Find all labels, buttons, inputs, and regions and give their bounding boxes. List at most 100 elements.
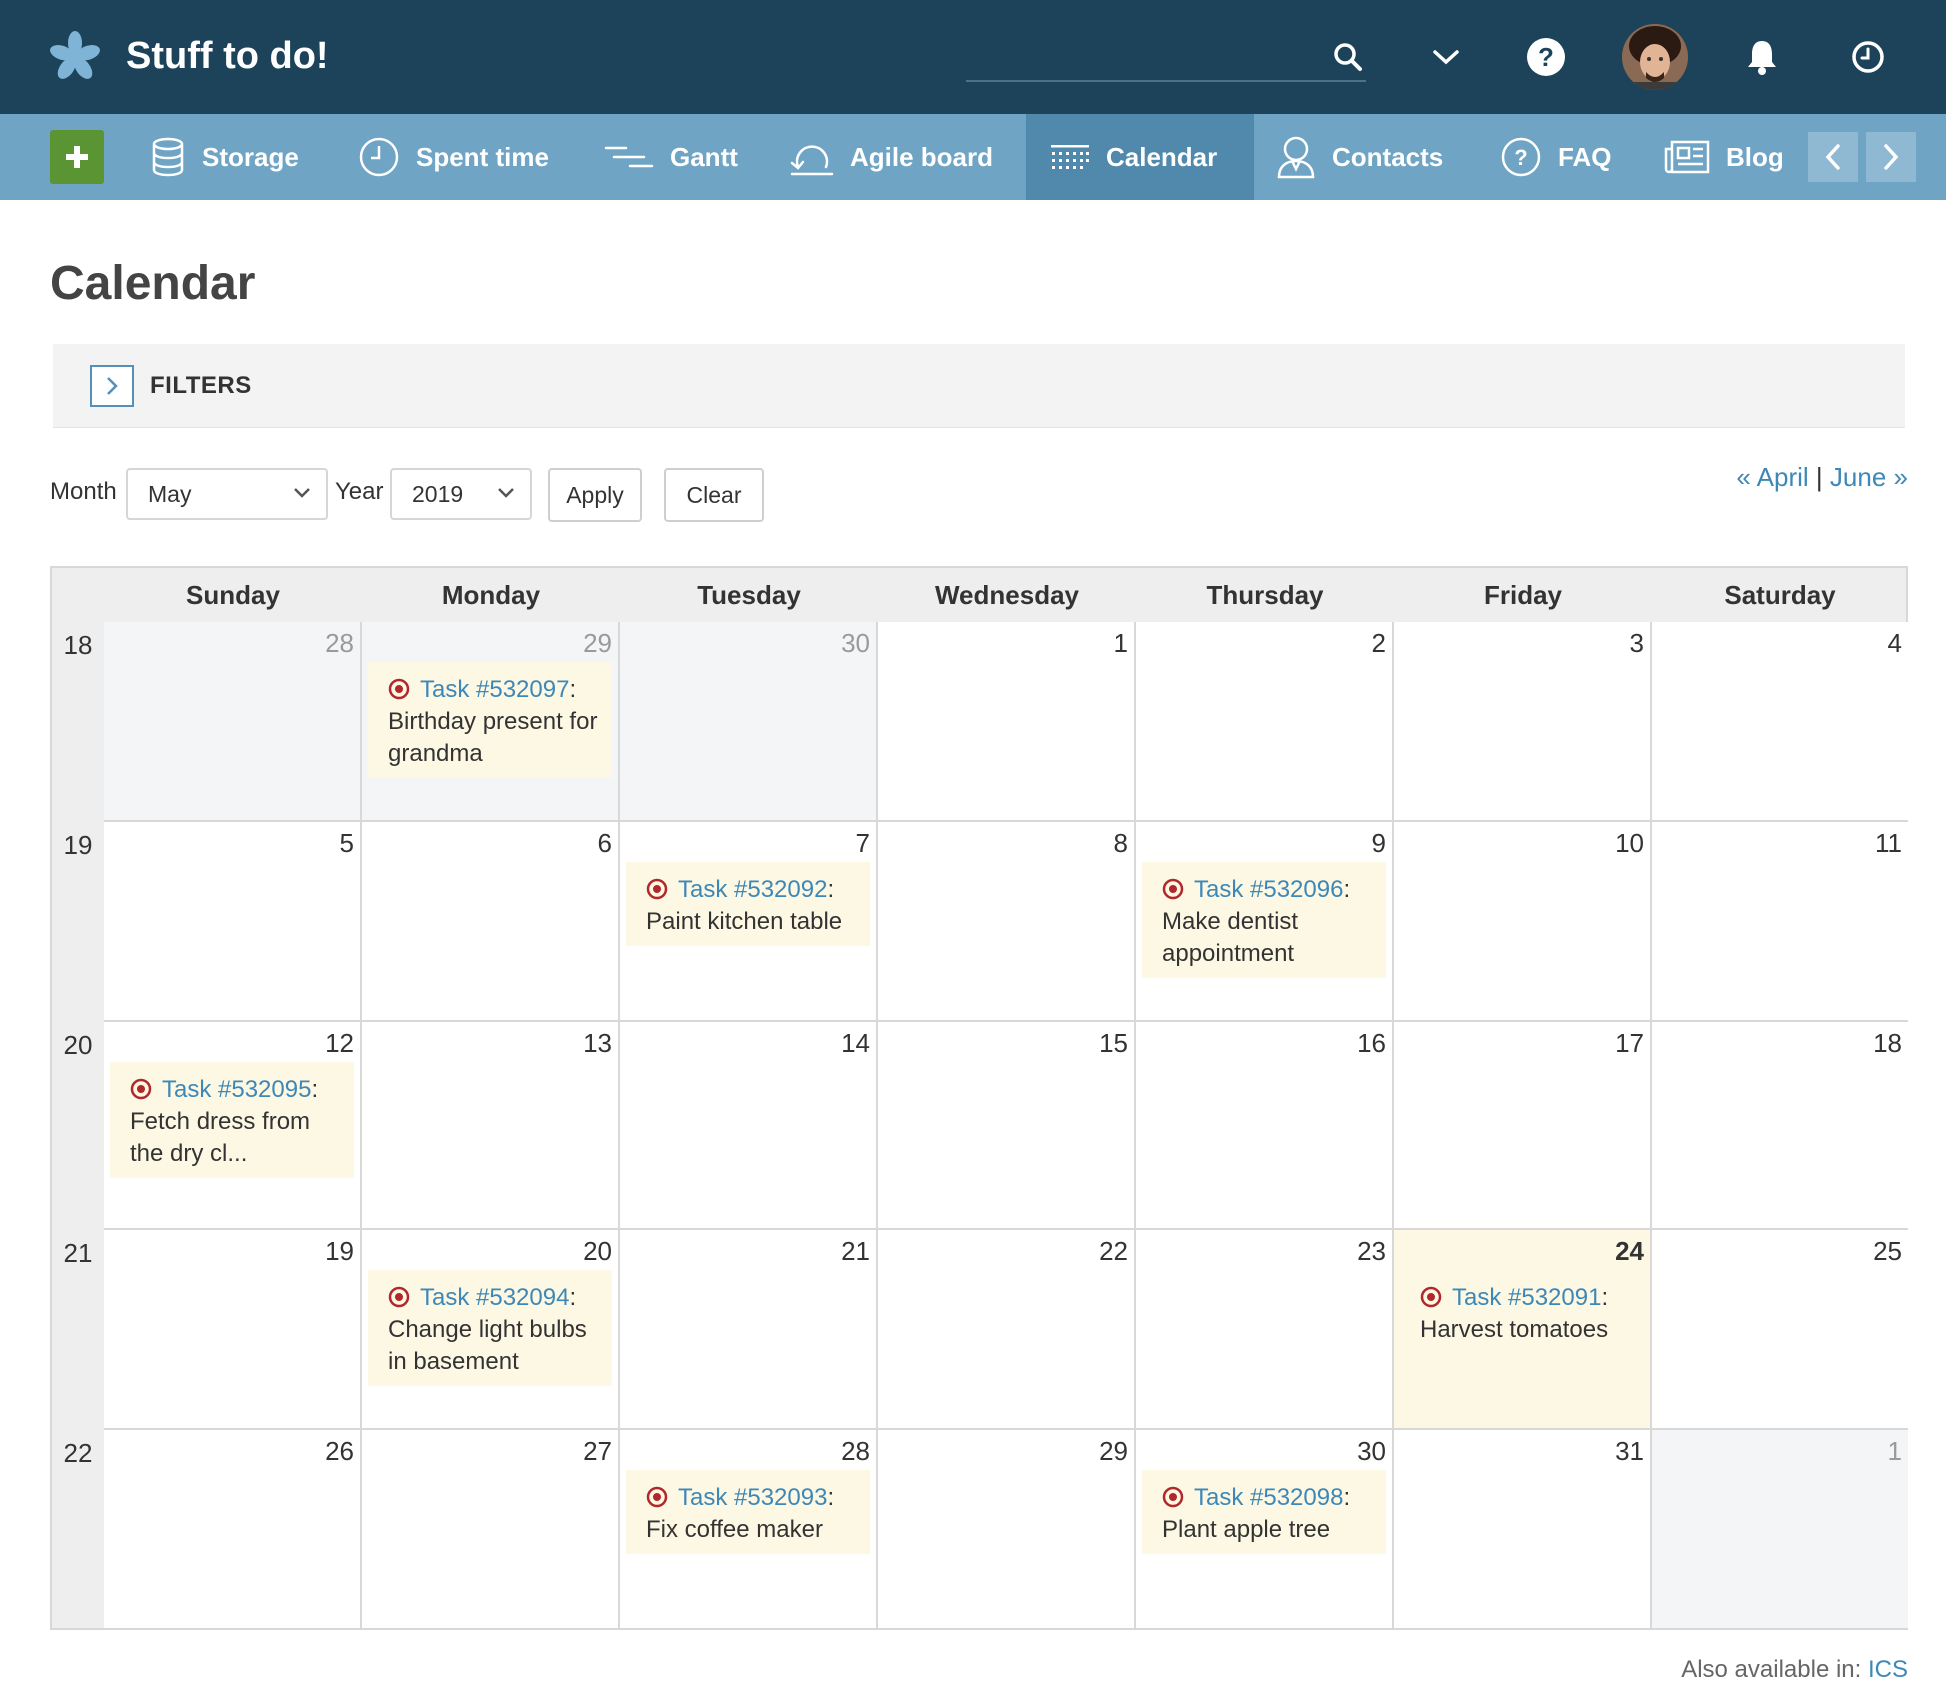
chevron-down-icon bbox=[498, 488, 514, 498]
day-cell[interactable]: 2 bbox=[1136, 622, 1394, 822]
next-month-link[interactable]: June » bbox=[1830, 462, 1908, 492]
nav-blog[interactable]: Blog bbox=[1664, 114, 1782, 200]
day-cell[interactable]: 13 bbox=[362, 1022, 620, 1230]
task-card[interactable]: Task #532094: Change light bulbs in base… bbox=[368, 1270, 612, 1386]
day-number: 18 bbox=[1873, 1028, 1902, 1058]
day-cell[interactable]: 26 bbox=[104, 1430, 362, 1628]
nav-agile-board[interactable]: Agile board bbox=[790, 114, 993, 200]
day-cell[interactable]: 4 bbox=[1652, 622, 1908, 822]
also-available: Also available in: ICS bbox=[1681, 1656, 1908, 1684]
asterisk-logo-icon[interactable] bbox=[48, 30, 102, 84]
task-link[interactable]: Task #532098 bbox=[1194, 1484, 1343, 1511]
day-cell[interactable]: 18 bbox=[1652, 1022, 1908, 1230]
add-button[interactable] bbox=[50, 130, 104, 184]
ics-link[interactable]: ICS bbox=[1868, 1656, 1908, 1683]
avatar[interactable] bbox=[1622, 24, 1688, 90]
day-number: 29 bbox=[1099, 1436, 1128, 1466]
gantt-icon bbox=[604, 146, 654, 168]
filters-toggle-button[interactable] bbox=[90, 365, 134, 407]
day-cell[interactable]: 15 bbox=[878, 1022, 1136, 1230]
nav-spent-time[interactable]: Spent time bbox=[358, 114, 549, 200]
nav-gantt[interactable]: Gantt bbox=[604, 114, 738, 200]
task-link[interactable]: Task #532095 bbox=[162, 1076, 311, 1103]
task-card[interactable]: Task #532098: Plant apple tree bbox=[1142, 1470, 1386, 1554]
day-cell[interactable]: 21 bbox=[620, 1230, 878, 1430]
day-number: 30 bbox=[1357, 1436, 1386, 1466]
today-cell[interactable]: 24 Task #532091: Harvest tomatoes bbox=[1394, 1230, 1652, 1430]
day-cell[interactable]: 16 bbox=[1136, 1022, 1394, 1230]
day-header: Friday bbox=[1483, 579, 1563, 610]
task-title: Paint kitchen table bbox=[646, 908, 843, 935]
task-card[interactable]: Task #532095: Fetch dress from the dry c… bbox=[110, 1062, 354, 1178]
search-icon[interactable] bbox=[1326, 35, 1370, 79]
app-title[interactable]: Stuff to do! bbox=[126, 30, 329, 82]
day-cell[interactable]: 17 bbox=[1394, 1022, 1652, 1230]
task-card[interactable]: Task #532091: Harvest tomatoes bbox=[1400, 1270, 1644, 1354]
nav-scroll-right-button[interactable] bbox=[1866, 132, 1916, 182]
task-link[interactable]: Task #532094 bbox=[420, 1284, 569, 1311]
task-link[interactable]: Task #532091 bbox=[1452, 1284, 1601, 1311]
top-header: Stuff to do! ? bbox=[0, 0, 1946, 114]
day-cell[interactable]: 28 bbox=[104, 622, 362, 822]
day-cell[interactable]: 20 Task #532094: Change light bulbs in b… bbox=[362, 1230, 620, 1430]
task-link[interactable]: Task #532093 bbox=[678, 1484, 827, 1511]
nav-label: Calendar bbox=[1106, 141, 1218, 172]
nav-scroll-left-button[interactable] bbox=[1808, 132, 1858, 182]
day-number: 12 bbox=[325, 1028, 354, 1058]
day-cell[interactable]: 7 Task #532092: Paint kitchen table bbox=[620, 822, 878, 1022]
nav-calendar[interactable]: Calendar bbox=[1026, 114, 1254, 200]
task-card[interactable]: Task #532097: Birthday present for grand… bbox=[368, 662, 612, 778]
day-cell[interactable]: 8 bbox=[878, 822, 1136, 1022]
day-number: 20 bbox=[583, 1236, 612, 1266]
day-cell[interactable]: 28 Task #532093: Fix coffee maker bbox=[620, 1430, 878, 1628]
day-cell[interactable]: 29 Task #532097: Birthday present for gr… bbox=[362, 622, 620, 822]
week-number: 19 bbox=[63, 830, 93, 860]
clock-icon[interactable] bbox=[1846, 35, 1890, 79]
day-cell[interactable]: 12 Task #532095: Fetch dress from the dr… bbox=[104, 1022, 362, 1230]
task-card[interactable]: Task #532093: Fix coffee maker bbox=[626, 1470, 870, 1554]
prev-month-link[interactable]: « April bbox=[1736, 462, 1808, 492]
day-cell[interactable]: 30 Task #532098: Plant apple tree bbox=[1136, 1430, 1394, 1628]
day-cell[interactable]: 3 bbox=[1394, 622, 1652, 822]
nav-storage[interactable]: Storage bbox=[150, 114, 299, 200]
day-cell[interactable]: 9 Task #532096: Make dentist appointment bbox=[1136, 822, 1394, 1022]
filters-label[interactable]: FILTERS bbox=[150, 372, 252, 400]
apply-button[interactable]: Apply bbox=[548, 468, 642, 522]
task-card[interactable]: Task #532096: Make dentist appointment bbox=[1142, 862, 1386, 978]
nav-contacts[interactable]: Contacts bbox=[1276, 114, 1443, 200]
nav-faq[interactable]: ? FAQ bbox=[1500, 114, 1611, 200]
clear-button[interactable]: Clear bbox=[664, 468, 764, 522]
day-cell[interactable]: 30 bbox=[620, 622, 878, 822]
bell-icon[interactable] bbox=[1740, 35, 1784, 79]
day-cell[interactable]: 6 bbox=[362, 822, 620, 1022]
year-select[interactable]: 2019 bbox=[390, 468, 532, 520]
day-cell[interactable]: 1 bbox=[1652, 1430, 1908, 1628]
nav-label: Storage bbox=[202, 141, 299, 172]
task-title: Plant apple tree bbox=[1162, 1516, 1331, 1543]
target-icon bbox=[1420, 1286, 1442, 1308]
day-cell[interactable]: 19 bbox=[104, 1230, 362, 1430]
day-cell[interactable]: 14 bbox=[620, 1022, 878, 1230]
day-cell[interactable]: 22 bbox=[878, 1230, 1136, 1430]
month-select[interactable]: May bbox=[126, 468, 328, 520]
day-cell[interactable]: 27 bbox=[362, 1430, 620, 1628]
task-link[interactable]: Task #532097 bbox=[420, 676, 569, 703]
day-cell[interactable]: 31 bbox=[1394, 1430, 1652, 1628]
day-cell[interactable]: 11 bbox=[1652, 822, 1908, 1022]
task-card[interactable]: Task #532092: Paint kitchen table bbox=[626, 862, 870, 946]
month-nav-separator: | bbox=[1815, 462, 1823, 492]
task-link[interactable]: Task #532096 bbox=[1194, 876, 1343, 903]
day-cell[interactable]: 5 bbox=[104, 822, 362, 1022]
help-icon[interactable]: ? bbox=[1524, 35, 1568, 79]
plus-icon bbox=[66, 146, 88, 168]
day-number: 4 bbox=[1887, 628, 1902, 658]
day-cell[interactable]: 29 bbox=[878, 1430, 1136, 1628]
day-cell[interactable]: 10 bbox=[1394, 822, 1652, 1022]
task-link[interactable]: Task #532092 bbox=[678, 876, 827, 903]
day-cell[interactable]: 25 bbox=[1652, 1230, 1908, 1430]
day-cell[interactable]: 1 bbox=[878, 622, 1136, 822]
search-input[interactable] bbox=[966, 80, 1366, 82]
chevron-down-icon[interactable] bbox=[1424, 35, 1468, 79]
day-cell[interactable]: 23 bbox=[1136, 1230, 1394, 1430]
week-number: 21 bbox=[63, 1238, 93, 1268]
